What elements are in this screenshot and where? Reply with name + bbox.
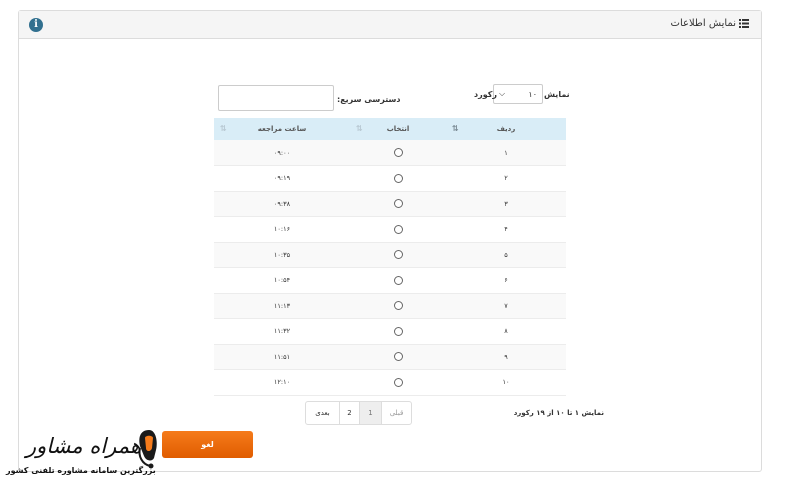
- table-header-row: ردیف ⇅ انتخاب ⇅ ساعت مراجعه ⇅: [214, 118, 566, 140]
- select-radio[interactable]: [393, 148, 403, 157]
- cancel-button[interactable]: لغو: [162, 431, 253, 458]
- info-icon[interactable]: i: [29, 18, 43, 32]
- length-menu-prefix: نمایش: [544, 90, 570, 99]
- pagination-next-button[interactable]: بعدی: [306, 402, 339, 424]
- page-length-value: ۱۰: [528, 89, 537, 99]
- col-header-time[interactable]: ساعت مراجعه ⇅: [214, 118, 350, 140]
- row-number: ۸: [446, 318, 566, 345]
- table-row: ۱ ۰۹:۰۰: [214, 140, 566, 166]
- panel-title: نمایش اطلاعات: [671, 18, 749, 29]
- table-row: ۵ ۱۰:۳۵: [214, 242, 566, 268]
- appointments-table: ردیف ⇅ انتخاب ⇅ ساعت مراجعه ⇅ ۱ ۰۹:۰۰ ۲ ۰۹…: [214, 118, 566, 396]
- table-row: ۷ ۱۱:۱۳: [214, 293, 566, 319]
- select-radio[interactable]: [393, 173, 403, 183]
- row-number: ۱۰: [446, 369, 566, 396]
- table-row: ۲ ۰۹:۱۹: [214, 165, 566, 192]
- sort-icon: ⇅: [356, 124, 363, 133]
- appointment-time: ۰۹:۱۹: [214, 165, 350, 192]
- col-header-row-number[interactable]: ردیف ⇅: [446, 118, 566, 140]
- select-radio[interactable]: [393, 352, 403, 362]
- pagination-page-1[interactable]: 1: [359, 402, 381, 424]
- page-length-select[interactable]: ⌵ ۱۰: [493, 84, 543, 104]
- row-number: ۹: [446, 344, 566, 370]
- row-number: ۴: [446, 216, 566, 243]
- row-number: ۶: [446, 267, 566, 294]
- appointment-time: ۰۹:۰۰: [214, 140, 350, 166]
- table-row: ۳ ۰۹:۳۸: [214, 191, 566, 217]
- select-radio[interactable]: [393, 301, 403, 311]
- panel-title-text: نمایش اطلاعات: [670, 18, 736, 29]
- appointment-time: ۱۰:۱۶: [214, 216, 350, 243]
- table-row: ۸ ۱۱:۳۲: [214, 318, 566, 345]
- sort-icon: ⇅: [220, 124, 227, 133]
- pagination-page-2[interactable]: 2: [339, 402, 359, 424]
- row-number: ۱: [446, 140, 566, 166]
- select-radio[interactable]: [393, 377, 403, 387]
- appointment-time: ۱۱:۳۲: [214, 318, 350, 345]
- appointment-time: ۰۹:۳۸: [214, 191, 350, 217]
- select-radio[interactable]: [393, 326, 403, 336]
- select-radio[interactable]: [393, 224, 403, 234]
- sort-icon: ⇅: [452, 124, 459, 133]
- search-label: دسترسی سریع:: [337, 95, 401, 104]
- col-header-select[interactable]: انتخاب ⇅: [350, 118, 446, 140]
- list-icon: [739, 19, 749, 28]
- chevron-down-icon: ⌵: [499, 89, 506, 98]
- pagination-prev-button[interactable]: قبلی: [381, 402, 411, 424]
- pagination: قبلی 1 2 بعدی: [305, 401, 412, 425]
- row-number: ۳: [446, 191, 566, 217]
- appointment-time: ۱۲:۱۰: [214, 369, 350, 396]
- row-number: ۷: [446, 293, 566, 319]
- search-input[interactable]: [218, 85, 334, 111]
- table-row: ۴ ۱۰:۱۶: [214, 216, 566, 243]
- panel-header: نمایش اطلاعات i: [19, 11, 761, 39]
- select-radio[interactable]: [393, 199, 403, 209]
- appointment-time: ۱۰:۳۵: [214, 242, 350, 268]
- row-number: ۵: [446, 242, 566, 268]
- appointment-time: ۱۱:۱۳: [214, 293, 350, 319]
- table-row: ۶ ۱۰:۵۴: [214, 267, 566, 294]
- watermark-tagline: بزرگترین سامانه مشاوره تلفنی کشور: [6, 466, 156, 475]
- appointment-time: ۱۰:۵۴: [214, 267, 350, 294]
- table-row: ۹ ۱۱:۵۱: [214, 344, 566, 370]
- appointment-time: ۱۱:۵۱: [214, 344, 350, 370]
- row-number: ۲: [446, 165, 566, 192]
- length-menu-suffix: رکورد: [474, 90, 497, 99]
- select-radio[interactable]: [393, 250, 403, 260]
- watermark-brand: همراه مشاور: [26, 434, 141, 458]
- table-row: ۱۰ ۱۲:۱۰: [214, 369, 566, 396]
- select-radio[interactable]: [393, 275, 403, 285]
- table-info-text: نمایش ۱ تا ۱۰ از ۱۹ رکورد: [513, 409, 604, 417]
